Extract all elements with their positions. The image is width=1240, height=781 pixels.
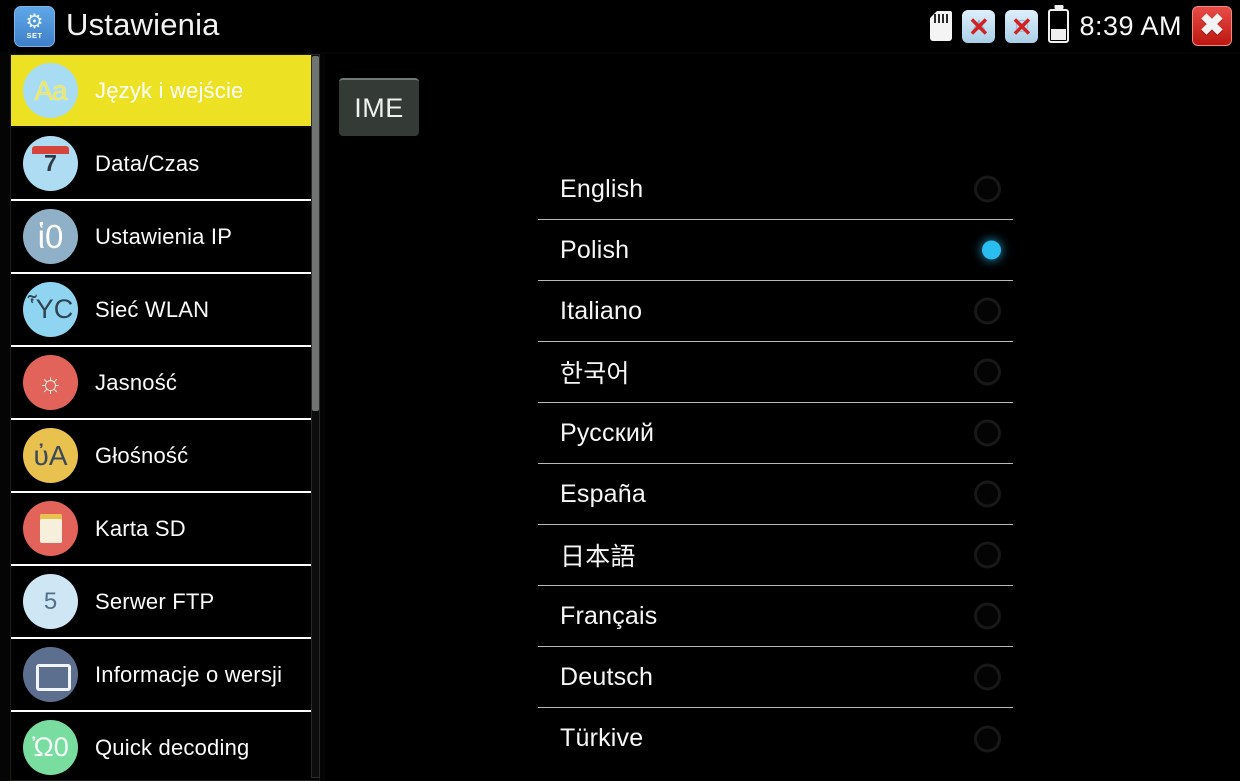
language-label: English: [538, 175, 643, 204]
language-list[interactable]: English Polish Italiano 한국어 Русский España 日本語…: [538, 159, 1013, 769]
sidebar-scrollbar-thumb[interactable]: [312, 56, 319, 411]
language-label: Italiano: [538, 297, 642, 326]
page-title: Ustawienia: [66, 7, 220, 43]
sidebar-item-label: Jasność: [95, 370, 177, 396]
language-row[interactable]: 日本語: [538, 525, 1013, 586]
close-icon: ✕: [1011, 17, 1033, 37]
sidebar-icon-glyph: 7: [44, 150, 57, 177]
language-row[interactable]: English: [538, 159, 1013, 220]
sidebar-icon-glyph: ὐA: [34, 442, 68, 470]
language-label: Türkive: [538, 724, 643, 753]
title-bar: ⚙ SET Ustawienia ⛰ ✕ ◎ ✕ 8:39 AM ✖: [0, 0, 1240, 52]
sidebar-item-label: Informacje o wersji: [95, 662, 282, 688]
sidebar-item-6[interactable]: Karta SD: [11, 493, 319, 566]
sidebar-icon-glyph: Aa: [34, 75, 66, 107]
sd-card-icon: [23, 501, 78, 556]
network-disabled-icon-2: ◎ ✕: [1005, 10, 1038, 43]
radio-unselected-icon[interactable]: [974, 664, 1001, 691]
sidebar-item-label: Quick decoding: [95, 735, 249, 761]
sidebar-item-3[interactable]: ὟC Sieć WLAN: [11, 274, 319, 347]
calendar-clock-icon: 7: [23, 136, 78, 191]
sidebar-icon-glyph: Ὠ0: [32, 734, 69, 761]
sidebar-item-label: Serwer FTP: [95, 589, 214, 615]
language-row[interactable]: Polish: [538, 220, 1013, 281]
radio-selected-icon[interactable]: [982, 241, 1001, 260]
language-label: 日本語: [538, 537, 636, 573]
language-row[interactable]: Deutsch: [538, 647, 1013, 708]
clock-label: 8:39 AM: [1079, 11, 1182, 42]
sidebar-item-1[interactable]: 7 Data/Czas: [11, 128, 319, 201]
settings-sidebar[interactable]: Aa Język i wejście 7 Data/Czas ἱ0 Ustawienia …: [10, 54, 320, 781]
radio-unselected-icon[interactable]: [974, 359, 1001, 386]
set-label: SET: [26, 32, 42, 40]
sidebar-item-label: Głośność: [95, 443, 188, 469]
language-label: Polish: [538, 236, 629, 265]
sidebar-item-label: Ustawienia IP: [95, 224, 232, 250]
brightness-icon: ☼: [23, 355, 78, 410]
battery-icon: [1048, 9, 1069, 43]
close-icon: ✕: [968, 17, 990, 37]
radio-unselected-icon[interactable]: [974, 298, 1001, 325]
language-row[interactable]: Français: [538, 586, 1013, 647]
volume-icon: ὐA: [23, 428, 78, 483]
sd-card-icon: [930, 11, 952, 41]
radio-unselected-icon[interactable]: [974, 725, 1001, 752]
sidebar-item-label: Karta SD: [95, 516, 186, 542]
status-bar: ⛰ ✕ ◎ ✕ 8:39 AM ✖: [930, 0, 1240, 52]
language-label: Deutsch: [538, 663, 653, 692]
settings-gear-icon: ⚙ SET: [14, 6, 55, 47]
language-label: Русский: [538, 419, 654, 448]
language-label: 한국어: [538, 354, 630, 390]
sidebar-icon-glyph: ☼: [38, 369, 64, 397]
radio-unselected-icon[interactable]: [974, 176, 1001, 203]
version-info-icon: [23, 647, 78, 702]
sidebar-item-4[interactable]: ☼ Jasność: [11, 347, 319, 420]
language-row[interactable]: Türkive: [538, 708, 1013, 769]
globe-icon: ἱ0: [23, 209, 78, 264]
ime-button-label: IME: [354, 93, 404, 124]
language-label: Français: [538, 602, 657, 631]
sidebar-icon-glyph: ἱ0: [38, 220, 64, 253]
radio-unselected-icon[interactable]: [974, 542, 1001, 569]
rocket-icon: Ὠ0: [23, 720, 78, 775]
language-row[interactable]: España: [538, 464, 1013, 525]
sidebar-item-5[interactable]: ὐA Głośność: [11, 420, 319, 493]
ftp-server-icon: ὚5: [23, 574, 78, 629]
sidebar-item-0[interactable]: Aa Język i wejście: [11, 55, 319, 128]
ime-button[interactable]: IME: [339, 78, 419, 136]
language-row[interactable]: Italiano: [538, 281, 1013, 342]
sidebar-item-2[interactable]: ἱ0 Ustawienia IP: [11, 201, 319, 274]
sidebar-item-label: Sieć WLAN: [95, 297, 209, 323]
radio-unselected-icon[interactable]: [974, 420, 1001, 447]
wifi-antenna-icon: ὟC: [23, 282, 78, 337]
sidebar-item-9[interactable]: Ὠ0 Quick decoding: [11, 712, 319, 781]
language-label: España: [538, 480, 646, 509]
language-row[interactable]: 한국어: [538, 342, 1013, 403]
network-disabled-icon-1: ⛰ ✕: [962, 10, 995, 43]
language-input-icon: Aa: [23, 63, 78, 118]
sidebar-icon-glyph: ὚5: [44, 590, 57, 614]
sidebar-item-7[interactable]: ὚5 Serwer FTP: [11, 566, 319, 639]
gear-glyph: ⚙: [26, 14, 44, 31]
close-icon: ✖: [1199, 12, 1224, 40]
settings-screen: ⚙ SET Ustawienia ⛰ ✕ ◎ ✕ 8:39 AM ✖ Aa Jęz…: [0, 0, 1240, 781]
sidebar-icon-glyph: ὟC: [28, 296, 73, 323]
radio-unselected-icon[interactable]: [974, 603, 1001, 630]
main-panel: IME English Polish Italiano 한국어 Русский Españ…: [325, 54, 1240, 781]
radio-unselected-icon[interactable]: [974, 481, 1001, 508]
sidebar-item-8[interactable]: Informacje o wersji: [11, 639, 319, 712]
sidebar-item-label: Data/Czas: [95, 151, 200, 177]
close-button[interactable]: ✖: [1192, 6, 1232, 46]
sidebar-item-label: Język i wejście: [95, 78, 243, 104]
language-row[interactable]: Русский: [538, 403, 1013, 464]
